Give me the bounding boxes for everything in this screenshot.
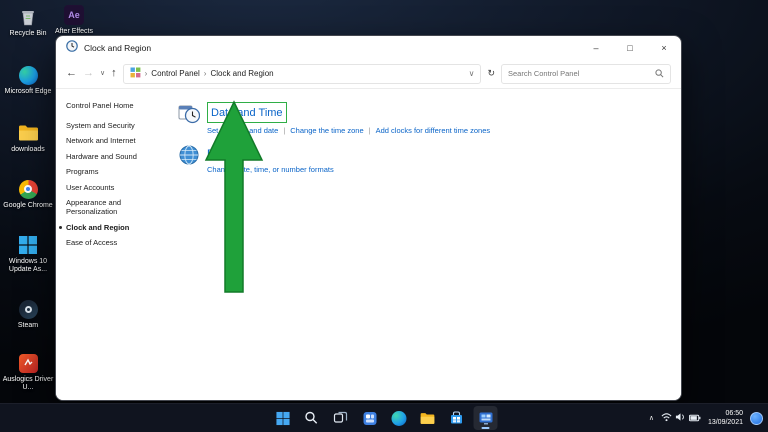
recent-locations-dropdown-icon[interactable]: ∨	[100, 70, 105, 77]
desktop-icon-label: Auslogics Driver U...	[2, 376, 54, 392]
desktop-icon-label: Google Chrome	[3, 202, 53, 209]
sidebar-item-system-and-security[interactable]: System and Security	[66, 121, 168, 130]
close-button[interactable]: ×	[647, 36, 681, 59]
window-title: Clock and Region	[84, 42, 152, 53]
desktop-icon-downloads[interactable]: downloads	[1, 122, 55, 154]
tray-date: 13/09/2021	[707, 419, 743, 426]
sidebar-item-user-accounts[interactable]: User Accounts	[66, 183, 168, 192]
window-titlebar[interactable]: Clock and Region – □ ×	[56, 36, 681, 59]
breadcrumb-separator: ›	[144, 69, 148, 78]
date-and-time-link[interactable]: Date and Time	[211, 107, 283, 119]
sidebar-item-programs[interactable]: Programs	[66, 167, 168, 176]
active-app-indicator	[481, 427, 490, 429]
date-and-time-highlight-box: Date and Time	[207, 102, 287, 123]
search-input[interactable]	[508, 69, 651, 78]
navigation-toolbar: ← → ∨ ↑ › Control Panel › Clock and Regi…	[56, 59, 681, 89]
breadcrumb[interactable]: › Control Panel › Clock and Region ∨	[122, 63, 482, 84]
folder-icon	[17, 122, 39, 144]
date-and-time-section: Date and Time Set the time and date | Ch…	[176, 102, 681, 135]
sidebar-item-label: Clock and Region	[66, 222, 130, 232]
refresh-button[interactable]: ↻	[487, 69, 495, 78]
sidebar-item-appearance-and-personalization[interactable]: Appearance and Personalization	[66, 198, 168, 217]
microsoft-store-button[interactable]	[445, 406, 469, 430]
file-explorer-button[interactable]	[416, 406, 440, 430]
notification-icon[interactable]	[750, 411, 763, 425]
search-icon	[655, 65, 664, 83]
desktop-icon-microsoft-edge[interactable]: Microsoft Edge	[1, 64, 55, 96]
breadcrumb-clock-and-region[interactable]: Clock and Region	[210, 69, 273, 78]
widgets-button[interactable]	[358, 406, 382, 430]
breadcrumb-control-panel[interactable]: Control Panel	[151, 69, 199, 78]
sidebar-item-network-and-internet[interactable]: Network and Internet	[66, 136, 168, 145]
hidden-icons-chevron[interactable]: ∧	[649, 414, 654, 422]
maximize-button[interactable]: □	[613, 36, 647, 59]
control-panel-taskbar-button[interactable]	[473, 406, 498, 430]
breadcrumb-dropdown-icon[interactable]: ∨	[469, 69, 475, 78]
back-button[interactable]: ←	[66, 68, 77, 79]
tray-status-icons[interactable]	[661, 409, 701, 427]
link-separator: |	[283, 126, 286, 135]
region-section: Region Change date, time, or number form…	[176, 144, 681, 174]
desktop-icon-google-chrome[interactable]: Google Chrome	[1, 178, 55, 210]
region-link[interactable]: Region	[207, 148, 242, 160]
sidebar-item-ease-of-access[interactable]: Ease of Access	[66, 238, 168, 247]
set-time-and-date-link[interactable]: Set the time and date	[207, 126, 278, 135]
taskbar-clock[interactable]: 06:50 13/09/2021	[708, 409, 743, 427]
taskbar: ∧ 06:50 13/09/2021	[0, 403, 768, 432]
forward-button[interactable]: →	[83, 68, 94, 79]
add-clocks-link[interactable]: Add clocks for different time zones	[376, 126, 491, 135]
change-time-zone-link[interactable]: Change the time zone	[290, 126, 363, 135]
desktop-icon-steam[interactable]: Steam	[1, 298, 55, 330]
taskbar-center-icons	[271, 404, 498, 432]
desktop-icon-auslogics[interactable]: Auslogics Driver U...	[1, 352, 55, 393]
edge-taskbar-button[interactable]	[387, 406, 411, 430]
windows-logo-icon	[17, 234, 39, 256]
sidebar-item-control-panel-home[interactable]: Control Panel Home	[66, 101, 168, 110]
desktop-icon-label: Windows 10 Update As...	[8, 258, 48, 274]
tray-time: 06:50	[725, 409, 743, 417]
current-item-bullet	[59, 225, 62, 229]
system-tray: ∧ 06:50 13/09/2021	[649, 404, 763, 432]
recycle-bin-icon	[17, 6, 39, 28]
desktop-icon-label: Microsoft Edge	[4, 88, 52, 95]
steam-icon	[17, 298, 39, 320]
minimize-button[interactable]: –	[579, 36, 613, 59]
clock-region-window-icon	[66, 39, 78, 57]
desktop-icon-label: downloads	[11, 146, 45, 153]
breadcrumb-separator: ›	[203, 69, 207, 78]
desktop-icon-windows-update[interactable]: Windows 10 Update As...	[1, 234, 55, 275]
desktop-icon-label: Steam	[17, 322, 39, 329]
chrome-icon	[17, 178, 39, 200]
control-panel-window: Clock and Region – □ × ← → ∨ ↑ › Control…	[55, 35, 682, 401]
sidebar-item-clock-and-region[interactable]: Clock and Region	[59, 222, 168, 232]
search-box[interactable]	[501, 63, 671, 84]
control-panel-icon	[130, 67, 141, 80]
battery-icon	[688, 409, 701, 427]
auslogics-icon	[17, 352, 39, 374]
start-button[interactable]	[271, 406, 295, 430]
task-view-button[interactable]	[329, 406, 353, 430]
sidebar-item-hardware-and-sound[interactable]: Hardware and Sound	[66, 152, 168, 161]
network-icon	[661, 409, 672, 427]
desktop-icon-label: Recycle Bin	[9, 30, 47, 37]
link-separator: |	[368, 126, 371, 135]
volume-icon	[675, 409, 686, 427]
desktop-icon-after-effects[interactable]: Ae After Effects	[47, 4, 101, 36]
edge-icon	[17, 64, 39, 86]
search-taskbar-button[interactable]	[300, 406, 324, 430]
up-button[interactable]: ↑	[111, 68, 117, 79]
sidebar: Control Panel Home System and Security N…	[56, 89, 168, 400]
date-and-time-icon	[178, 102, 201, 124]
region-globe-icon	[178, 144, 200, 166]
main-content: Date and Time Set the time and date | Ch…	[168, 89, 681, 400]
after-effects-icon: Ae	[63, 4, 85, 26]
change-formats-link[interactable]: Change date, time, or number formats	[207, 165, 334, 174]
